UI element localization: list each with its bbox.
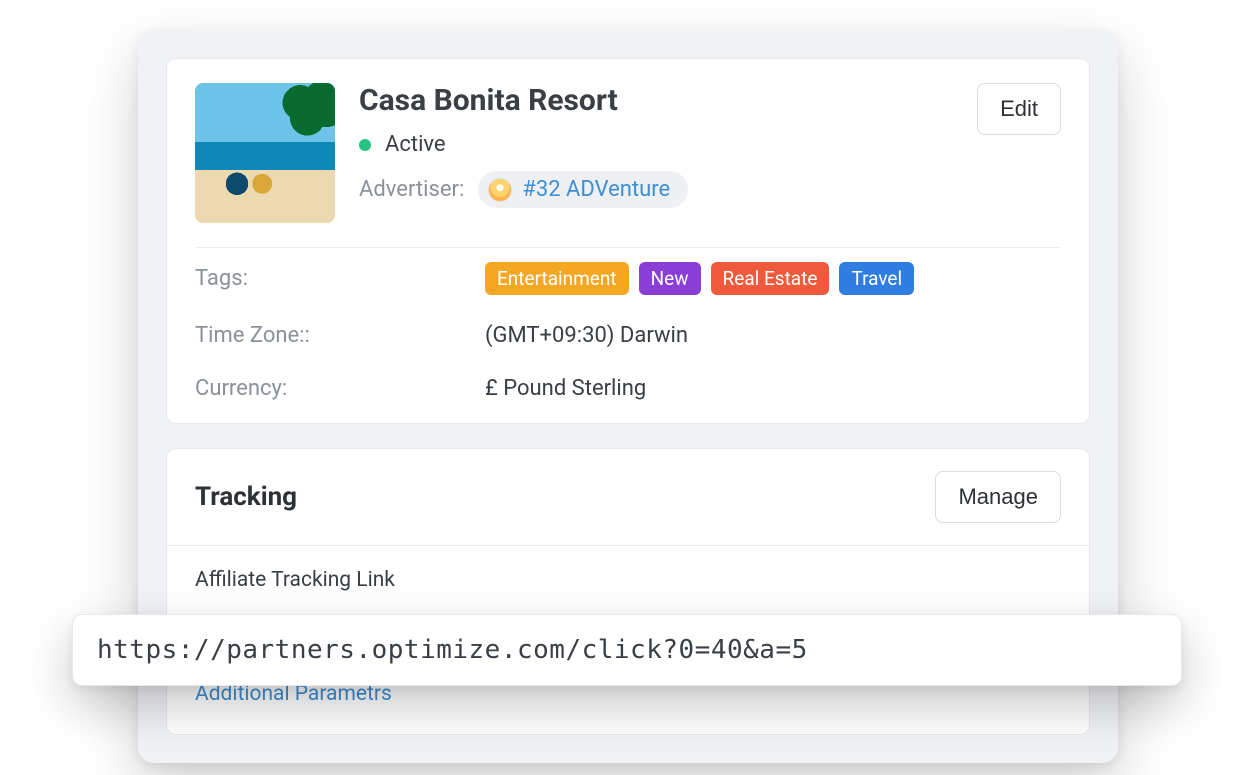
profile-header: Casa Bonita Resort Active Advertiser: #3… [195, 83, 1061, 247]
tracking-card: Tracking Manage Affiliate Tracking Link … [166, 448, 1090, 735]
tag-travel[interactable]: Travel [839, 262, 914, 295]
currency-value: £ Pound Sterling [485, 376, 646, 401]
status-row: Active [359, 132, 688, 157]
edit-button[interactable]: Edit [977, 83, 1061, 135]
advertiser-chip[interactable]: #32 ADVenture [478, 171, 688, 208]
manage-button[interactable]: Manage [935, 471, 1061, 523]
tracking-header: Tracking Manage [167, 449, 1089, 545]
currency-row: Currency: £ Pound Sterling [195, 362, 1061, 423]
currency-label: Currency: [195, 376, 485, 401]
profile-card: Casa Bonita Resort Active Advertiser: #3… [166, 58, 1090, 424]
advertiser-row: Advertiser: #32 ADVenture [359, 171, 688, 208]
tags-list: Entertainment New Real Estate Travel [485, 262, 914, 295]
profile-top-row: Casa Bonita Resort Active Advertiser: #3… [359, 83, 1061, 208]
tag-new[interactable]: New [639, 262, 701, 295]
tags-row: Tags: Entertainment New Real Estate Trav… [195, 248, 1061, 309]
tracking-link-label: Affiliate Tracking Link [195, 568, 1061, 592]
timezone-label: Time Zone:: [195, 323, 485, 348]
profile-main: Casa Bonita Resort Active Advertiser: #3… [359, 83, 1061, 208]
tags-label: Tags: [195, 266, 485, 291]
campaign-title: Casa Bonita Resort [359, 83, 688, 118]
profile-title-block: Casa Bonita Resort Active Advertiser: #3… [359, 83, 688, 208]
advertiser-chip-text: #32 ADVenture [522, 177, 670, 202]
timezone-value: (GMT+09:30) Darwin [485, 323, 688, 348]
tag-real-estate[interactable]: Real Estate [711, 262, 830, 295]
tag-entertainment[interactable]: Entertainment [485, 262, 629, 295]
status-text: Active [385, 132, 446, 157]
advertiser-avatar-icon [488, 178, 512, 202]
tracking-title: Tracking [195, 482, 297, 512]
status-dot-icon [359, 139, 371, 151]
timezone-row: Time Zone:: (GMT+09:30) Darwin [195, 309, 1061, 362]
advertiser-label: Advertiser: [359, 177, 464, 202]
campaign-thumbnail [195, 83, 335, 223]
tracking-url-input[interactable]: https://partners.optimize.com/click?0=40… [72, 614, 1182, 686]
